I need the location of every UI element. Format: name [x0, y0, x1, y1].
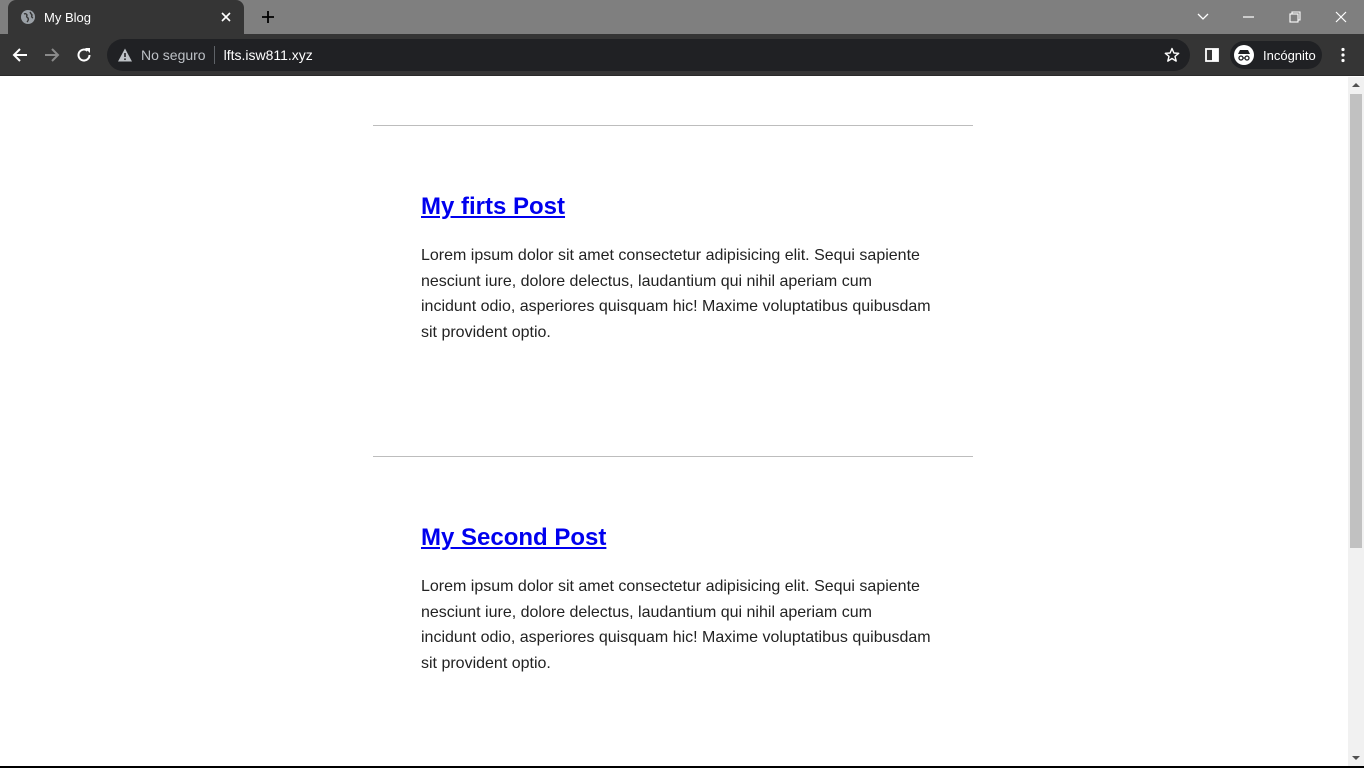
post-title-link[interactable]: My firts Post — [421, 193, 565, 220]
forward-button[interactable] — [36, 39, 68, 71]
tab-strip: My Blog — [0, 0, 1364, 34]
page-viewport: My firts Post Lorem ipsum dolor sit amet… — [0, 77, 1348, 766]
close-icon — [1335, 11, 1347, 23]
post-excerpt: Lorem ipsum dolor sit amet consectetur a… — [421, 578, 931, 673]
browser-menu-button[interactable] — [1332, 39, 1354, 71]
post-card: My firts Post Lorem ipsum dolor sit amet… — [373, 125, 973, 456]
restore-icon — [1289, 11, 1301, 23]
plus-icon — [262, 11, 274, 23]
side-panel-button[interactable] — [1200, 39, 1224, 71]
star-icon[interactable] — [1162, 45, 1182, 65]
post-title: My firts Post — [421, 193, 565, 221]
url-text[interactable]: lfts.isw811.xyz — [224, 47, 313, 63]
scroll-up-arrow[interactable] — [1348, 77, 1364, 93]
post-title-link[interactable]: My Second Post — [421, 524, 606, 551]
chevron-down-icon — [1197, 13, 1209, 20]
post-card: My Second Post Lorem ipsum dolor sit ame… — [373, 456, 973, 766]
browser-toolbar: No seguro lfts.isw811.xyz — [0, 34, 1364, 76]
minimize-icon — [1243, 16, 1254, 18]
incognito-icon — [1234, 45, 1254, 65]
incognito-label: Incógnito — [1263, 47, 1316, 63]
address-bar[interactable]: No seguro lfts.isw811.xyz — [107, 39, 1190, 71]
scroll-down-arrow[interactable] — [1348, 750, 1364, 766]
close-icon[interactable] — [218, 9, 234, 25]
close-window-button[interactable] — [1318, 0, 1364, 34]
vertical-scrollbar[interactable] — [1348, 77, 1364, 766]
warning-icon[interactable] — [117, 47, 133, 63]
security-label[interactable]: No seguro — [141, 47, 206, 63]
reload-icon — [77, 48, 91, 62]
side-panel-icon — [1205, 48, 1219, 62]
post-excerpt: Lorem ipsum dolor sit amet consectetur a… — [421, 247, 931, 342]
back-button[interactable] — [4, 39, 36, 71]
reload-button[interactable] — [68, 39, 100, 71]
post-title: My Second Post — [421, 524, 606, 552]
tab-search-button[interactable] — [1180, 0, 1226, 34]
omnibox-divider — [213, 46, 215, 64]
browser-tab[interactable]: My Blog — [8, 0, 244, 34]
new-tab-button[interactable] — [258, 7, 278, 27]
tab-title: My Blog — [44, 9, 91, 25]
arrow-right-icon — [45, 48, 60, 62]
minimize-button[interactable] — [1226, 0, 1272, 34]
incognito-profile-button[interactable]: Incógnito — [1230, 41, 1322, 69]
globe-icon — [20, 9, 36, 25]
arrow-left-icon — [12, 48, 27, 62]
scrollbar-thumb[interactable] — [1350, 94, 1362, 548]
restore-button[interactable] — [1272, 0, 1318, 34]
kebab-menu-icon — [1341, 47, 1345, 63]
